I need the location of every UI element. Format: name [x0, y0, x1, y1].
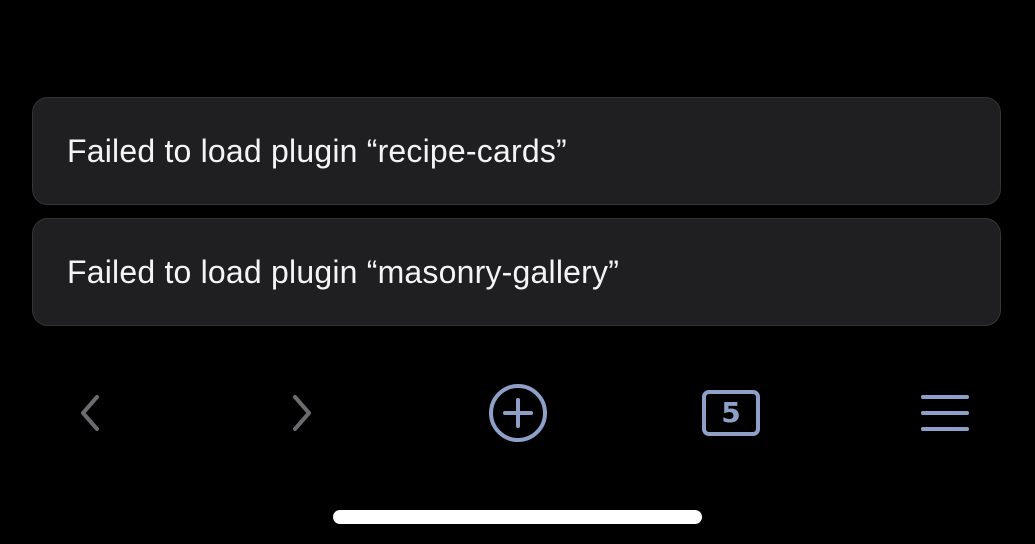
- bottom-toolbar: 5: [0, 380, 1035, 446]
- hamburger-menu-icon: [921, 395, 969, 431]
- forward-button[interactable]: [267, 380, 337, 446]
- error-notification[interactable]: Failed to load plugin “masonry-gallery”: [32, 218, 1001, 326]
- home-indicator[interactable]: [333, 510, 702, 524]
- tab-count-icon: 5: [702, 390, 760, 436]
- tab-count: 5: [721, 396, 741, 429]
- back-button[interactable]: [55, 380, 125, 446]
- tab-switcher-button[interactable]: 5: [696, 380, 766, 446]
- error-notification[interactable]: Failed to load plugin “recipe-cards”: [32, 97, 1001, 205]
- menu-button[interactable]: [910, 380, 980, 446]
- notification-message: Failed to load plugin “recipe-cards”: [67, 132, 567, 169]
- chevron-left-icon: [81, 395, 99, 431]
- plus-circle-icon: [489, 384, 547, 442]
- notification-message: Failed to load plugin “masonry-gallery”: [67, 253, 620, 290]
- new-tab-button[interactable]: [483, 380, 553, 446]
- chevron-right-icon: [293, 395, 311, 431]
